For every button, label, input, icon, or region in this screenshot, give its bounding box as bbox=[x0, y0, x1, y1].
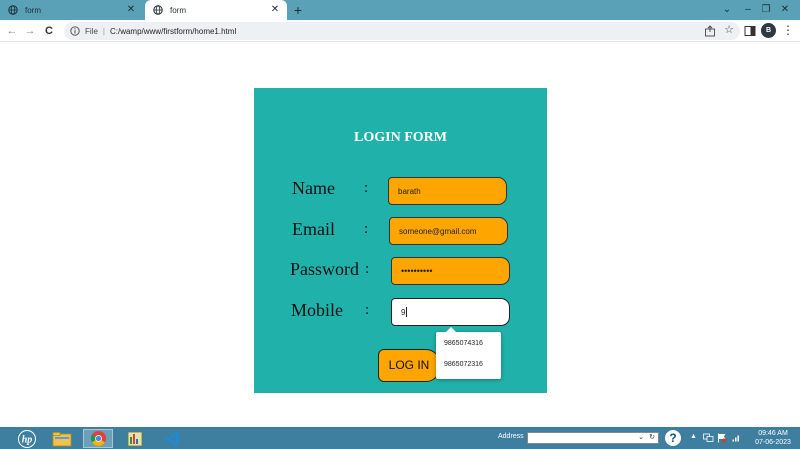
suggestion-item[interactable]: 9865072316 bbox=[444, 361, 483, 368]
taskbar-address-input[interactable]: ⌄ ↻ bbox=[527, 432, 659, 444]
vscode-icon[interactable] bbox=[157, 429, 187, 448]
close-icon[interactable]: ✕ bbox=[125, 4, 137, 16]
mobile-label: Mobile bbox=[291, 300, 343, 320]
reload-button[interactable]: C bbox=[41, 23, 57, 39]
back-button[interactable]: ← bbox=[4, 23, 20, 39]
name-label: Name bbox=[292, 178, 335, 198]
chevron-down-icon[interactable]: ⌄ bbox=[638, 433, 644, 441]
address-separator: | bbox=[102, 26, 105, 36]
url-text[interactable]: C:/wamp/www/firstform/home1.html bbox=[110, 27, 236, 36]
form-title: LOGIN FORM bbox=[354, 130, 447, 145]
email-colon: : bbox=[364, 221, 369, 237]
signal-strength-icon[interactable] bbox=[732, 434, 741, 442]
image-viewer-icon[interactable] bbox=[120, 429, 150, 448]
taskbar: hp Address ⌄ ↻ ? ▲ 09:46 AM 07-06-2023 bbox=[0, 427, 800, 449]
side-panel-icon[interactable] bbox=[744, 25, 756, 37]
minimize-button[interactable]: – bbox=[740, 2, 756, 18]
password-colon: : bbox=[365, 261, 370, 277]
refresh-icon[interactable]: ↻ bbox=[649, 433, 655, 441]
tab-form-1[interactable]: form ✕ bbox=[0, 0, 143, 20]
action-center-flag-icon[interactable] bbox=[717, 433, 727, 443]
browser-menu-icon[interactable]: ⋮ bbox=[782, 23, 794, 38]
clock-time: 09:46 AM bbox=[758, 430, 788, 437]
mobile-input[interactable]: 9 bbox=[391, 298, 510, 326]
name-input[interactable]: barath bbox=[388, 177, 507, 205]
clock-date: 07-06-2023 bbox=[755, 439, 791, 446]
file-explorer-icon[interactable] bbox=[47, 429, 77, 448]
scheme-label: File bbox=[85, 26, 98, 36]
login-button[interactable]: LOG IN bbox=[378, 349, 440, 382]
new-tab-button[interactable]: + bbox=[290, 2, 306, 18]
profile-avatar[interactable]: B bbox=[761, 23, 776, 38]
tab-strip: form ✕ form ✕ + ⌄ – ❐ ✕ bbox=[0, 0, 800, 20]
globe-icon bbox=[153, 5, 163, 15]
address-bar[interactable]: File | C:/wamp/www/firstform/home1.html … bbox=[64, 22, 740, 40]
bookmark-star-icon[interactable]: ☆ bbox=[724, 23, 734, 36]
autocomplete-dropdown: 9865074316 9865072316 bbox=[436, 327, 501, 379]
forward-button[interactable]: → bbox=[22, 23, 38, 39]
email-input[interactable]: someone@gmail.com bbox=[389, 217, 508, 245]
login-form-card: LOGIN FORM Name : barath Email : someone… bbox=[254, 88, 547, 393]
globe-icon bbox=[8, 5, 18, 15]
tab-label: form bbox=[25, 5, 41, 15]
password-label: Password bbox=[290, 259, 360, 279]
close-icon[interactable]: ✕ bbox=[269, 4, 281, 16]
browser-toolbar: ← → C File | C:/wamp/www/firstform/home1… bbox=[0, 20, 800, 42]
email-label: Email bbox=[292, 219, 335, 239]
tab-form-2[interactable]: form ✕ bbox=[145, 0, 287, 20]
info-icon[interactable] bbox=[70, 26, 80, 36]
mobile-input-value: 9 bbox=[401, 307, 406, 317]
tray-expand-icon[interactable]: ▲ bbox=[690, 433, 697, 440]
tab-search-chevron-icon[interactable]: ⌄ bbox=[719, 2, 735, 18]
password-input[interactable]: •••••••••• bbox=[391, 257, 510, 285]
system-clock[interactable]: 09:46 AM 07-06-2023 bbox=[750, 429, 796, 447]
taskbar-address-label: Address bbox=[498, 433, 524, 440]
name-colon: : bbox=[364, 180, 369, 196]
chrome-icon[interactable] bbox=[83, 429, 113, 448]
tab-label: form bbox=[170, 5, 186, 15]
mobile-colon: : bbox=[365, 302, 370, 318]
share-icon[interactable] bbox=[704, 25, 716, 37]
restore-button[interactable]: ❐ bbox=[758, 2, 774, 18]
svg-text:hp: hp bbox=[22, 434, 33, 445]
suggestion-item[interactable]: 9865074316 bbox=[444, 340, 483, 347]
window-close-button[interactable]: ✕ bbox=[777, 2, 793, 18]
text-caret bbox=[406, 307, 408, 317]
network-icon[interactable] bbox=[703, 433, 714, 443]
hp-logo-icon[interactable]: hp bbox=[12, 429, 42, 448]
help-icon[interactable]: ? bbox=[665, 430, 681, 446]
